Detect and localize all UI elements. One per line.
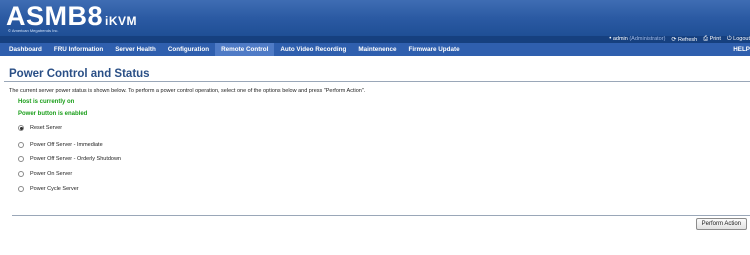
option-power-on[interactable]: Power On Server	[18, 169, 72, 179]
logout-icon: ⏻	[726, 35, 732, 42]
nav-fru-information[interactable]: FRU Information	[48, 43, 109, 56]
print-icon: ⎙	[703, 35, 709, 42]
help-link[interactable]: HELP	[733, 43, 750, 56]
option-power-cycle[interactable]: Power Cycle Server	[18, 184, 79, 194]
refresh-link[interactable]: ⟳ Refresh	[671, 36, 697, 43]
main-nav: Dashboard FRU Information Server Health …	[0, 43, 750, 56]
page: ASMB8 iKVM © American Megatrends Inc. • a…	[0, 0, 750, 255]
page-description: The current server power status is shown…	[9, 88, 366, 94]
utility-bar: • admin (Administrator) ⟳ Refresh ⎙ Prin…	[0, 36, 750, 43]
option-label: Power Off Server - Immediate	[30, 142, 103, 148]
nav-auto-video-recording[interactable]: Auto Video Recording	[274, 43, 352, 56]
nav-maintenance[interactable]: Maintenence	[352, 43, 402, 56]
nav-firmware-update[interactable]: Firmware Update	[403, 43, 466, 56]
title-divider	[4, 81, 750, 82]
host-status: Host is currently on	[18, 99, 75, 105]
page-title: Power Control and Status	[9, 68, 150, 80]
nav-remote-control[interactable]: Remote Control	[215, 43, 275, 56]
username: admin	[612, 36, 628, 42]
radio-button[interactable]	[18, 125, 24, 131]
main-content: Power Control and Status The current ser…	[0, 56, 750, 255]
option-power-off-orderly[interactable]: Power Off Server - Orderly Shutdown	[18, 154, 121, 164]
logout-link[interactable]: ⏻ Logout	[727, 36, 750, 43]
perform-action-button[interactable]: Perform Action	[695, 218, 747, 230]
nav-server-health[interactable]: Server Health	[109, 43, 162, 56]
logo-main: ASMB8	[6, 1, 104, 31]
refresh-icon: ⟳	[671, 36, 677, 43]
nav-configuration[interactable]: Configuration	[162, 43, 215, 56]
option-power-off-immediate[interactable]: Power Off Server - Immediate	[18, 140, 103, 150]
action-divider	[12, 215, 750, 216]
user-role: (Administrator)	[629, 36, 666, 42]
option-label: Reset Server	[30, 125, 63, 131]
nav-dashboard[interactable]: Dashboard	[0, 43, 48, 56]
logo-suffix: iKVM	[105, 14, 138, 28]
refresh-label: Refresh	[677, 36, 698, 43]
option-label: Power On Server	[30, 171, 73, 177]
power-button-status: Power button is enabled	[18, 111, 88, 117]
radio-button[interactable]	[18, 171, 24, 177]
radio-button[interactable]	[18, 142, 24, 148]
user-icon: •	[609, 36, 612, 42]
option-label: Power Cycle Server	[30, 186, 79, 192]
radio-button[interactable]	[18, 186, 24, 192]
radio-button[interactable]	[18, 156, 24, 162]
option-label: Power Off Server - Orderly Shutdown	[30, 156, 121, 162]
utility-links: • admin (Administrator) ⟳ Refresh ⎙ Prin…	[609, 35, 750, 43]
print-link[interactable]: ⎙ Print	[703, 36, 721, 43]
logo-subtitle: © American Megatrends Inc.	[8, 28, 59, 33]
option-reset-server[interactable]: Reset Server	[18, 123, 62, 133]
logout-label: Logout	[733, 35, 750, 42]
print-label: Print	[709, 35, 721, 42]
user-info: • admin (Administrator)	[609, 36, 665, 42]
header-banner: ASMB8 iKVM © American Megatrends Inc.	[0, 0, 750, 36]
